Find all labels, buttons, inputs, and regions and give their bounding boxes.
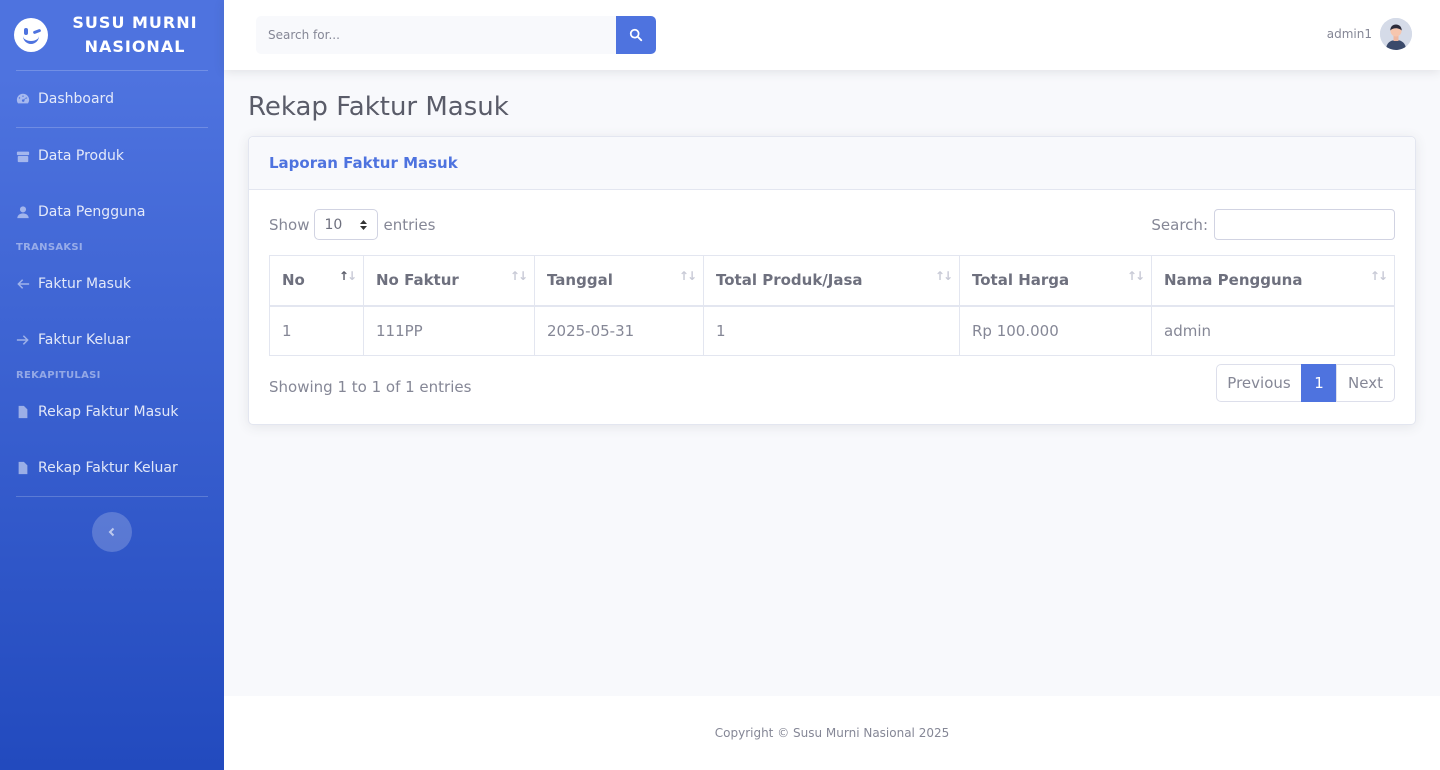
brand-line-1: SUSU MURNI xyxy=(72,13,198,32)
sidebar-toggle-button[interactable] xyxy=(92,512,132,552)
page-length-control: Show 10 entries xyxy=(269,209,435,240)
table-cell: Rp 100.000 xyxy=(959,305,1152,356)
table-search-input[interactable] xyxy=(1214,209,1395,240)
sidebar-item-faktur-keluar[interactable]: Faktur Keluar xyxy=(0,312,224,368)
laugh-wink-icon xyxy=(14,18,48,52)
sort-icon: ↑↓ xyxy=(1369,269,1388,283)
sidebar: SUSU MURNI NASIONAL Dashboard Data Produ… xyxy=(0,0,224,770)
brand[interactable]: SUSU MURNI NASIONAL xyxy=(0,0,224,70)
tachometer-icon xyxy=(16,92,30,106)
filter-label: Search: xyxy=(1151,215,1208,234)
sidebar-item-rekap-faktur-keluar[interactable]: Rekap Faktur Keluar xyxy=(0,440,224,496)
user-name: admin1 xyxy=(1326,27,1372,41)
user-menu[interactable]: admin1 xyxy=(1327,18,1412,50)
sidebar-item-dashboard[interactable]: Dashboard xyxy=(0,71,224,127)
report-table: No ↑↓ No Faktur ↑↓ Tanggal ↑↓ Total Produk/… xyxy=(269,255,1395,356)
column-header-label: Nama Pengguna xyxy=(1164,271,1303,290)
show-label: Show xyxy=(269,215,310,234)
page-1-button[interactable]: 1 xyxy=(1301,364,1337,402)
search-input[interactable] xyxy=(256,16,616,54)
user-icon xyxy=(16,205,30,219)
sidebar-item-rekap-faktur-masuk[interactable]: Rekap Faktur Masuk xyxy=(0,384,224,440)
footer: Copyright © Susu Murni Nasional 2025 xyxy=(224,696,1440,770)
brand-line-2: NASIONAL xyxy=(84,37,186,56)
column-header-label: Total Produk/Jasa xyxy=(716,271,863,290)
sidebar-item-label: Dashboard xyxy=(38,91,114,107)
table-cell: 2025-05-31 xyxy=(534,305,704,356)
sort-icon: ↑↓ xyxy=(934,269,953,283)
sort-caret-icon xyxy=(360,220,368,230)
page-title: Rekap Faktur Masuk xyxy=(248,92,509,122)
file-icon xyxy=(16,461,30,475)
report-card: Laporan Faktur Masuk Show 10 entries Sea… xyxy=(248,136,1416,425)
column-header-label: Total Harga xyxy=(972,271,1070,290)
table-filter: Search: xyxy=(1151,209,1395,240)
sort-icon: ↑↓ xyxy=(678,269,697,283)
sort-icon: ↑↓ xyxy=(1126,269,1145,283)
arrow-right-icon xyxy=(16,333,30,347)
sidebar-item-label: Rekap Faktur Keluar xyxy=(38,460,178,476)
sidebar-item-data-pengguna[interactable]: Data Pengguna xyxy=(0,184,224,240)
page-length-value: 10 xyxy=(324,216,343,233)
table-cell: 111PP xyxy=(363,305,535,356)
copyright-text: Copyright © Susu Murni Nasional 2025 xyxy=(714,726,950,740)
card-header: Laporan Faktur Masuk xyxy=(249,137,1415,190)
sidebar-item-faktur-masuk[interactable]: Faktur Masuk xyxy=(0,256,224,312)
column-header-no-faktur[interactable]: No Faktur ↑↓ xyxy=(363,255,535,307)
table-info: Showing 1 to 1 of 1 entries xyxy=(269,378,472,396)
chevron-left-icon xyxy=(108,527,115,537)
sidebar-item-label: Faktur Masuk xyxy=(38,276,131,292)
sidebar-item-data-produk[interactable]: Data Produk xyxy=(0,128,224,184)
sidebar-item-label: Data Pengguna xyxy=(38,204,146,220)
card-title: Laporan Faktur Masuk xyxy=(269,154,458,172)
column-header-total-harga[interactable]: Total Harga ↑↓ xyxy=(959,255,1152,307)
file-icon xyxy=(16,405,30,419)
sidebar-divider xyxy=(16,496,208,497)
column-header-nama-pengguna[interactable]: Nama Pengguna ↑↓ xyxy=(1151,255,1395,307)
entries-label: entries xyxy=(383,215,436,234)
sort-icon: ↑↓ xyxy=(509,269,528,283)
sidebar-item-label: Faktur Keluar xyxy=(38,332,131,348)
search-icon xyxy=(629,28,643,42)
column-header-label: No Faktur xyxy=(376,271,459,290)
sidebar-item-label: Data Produk xyxy=(38,148,124,164)
topbar-search xyxy=(256,16,656,54)
sidebar-heading-transaksi: TRANSAKSI xyxy=(16,242,83,253)
avatar xyxy=(1380,18,1412,50)
table-cell: 1 xyxy=(269,305,364,356)
previous-page-button[interactable]: Previous xyxy=(1216,364,1302,402)
search-button[interactable] xyxy=(616,16,656,54)
column-header-label: No xyxy=(282,271,305,290)
sidebar-item-label: Rekap Faktur Masuk xyxy=(38,404,179,420)
arrow-left-icon xyxy=(16,277,30,291)
brand-name: SUSU MURNI NASIONAL xyxy=(56,11,224,59)
pagination: Previous 1 Next xyxy=(1216,364,1395,402)
sort-icon: ↑↓ xyxy=(338,269,357,283)
table-row: 1 111PP 2025-05-31 1 Rp 100.000 admin xyxy=(269,305,1395,356)
sidebar-heading-rekapitulasi: REKAPITULASI xyxy=(16,370,101,381)
box-icon xyxy=(16,149,30,163)
column-header-no[interactable]: No ↑↓ xyxy=(269,255,364,307)
table-cell: admin xyxy=(1151,305,1395,356)
table-header-row: No ↑↓ No Faktur ↑↓ Tanggal ↑↓ Total Produk/… xyxy=(269,255,1395,307)
table-cell: 1 xyxy=(703,305,960,356)
column-header-total-produk[interactable]: Total Produk/Jasa ↑↓ xyxy=(703,255,960,307)
column-header-label: Tanggal xyxy=(547,271,613,290)
next-page-button[interactable]: Next xyxy=(1336,364,1395,402)
topbar: admin1 xyxy=(224,0,1440,70)
page-length-select[interactable]: 10 xyxy=(314,209,379,240)
column-header-tanggal[interactable]: Tanggal ↑↓ xyxy=(534,255,704,307)
